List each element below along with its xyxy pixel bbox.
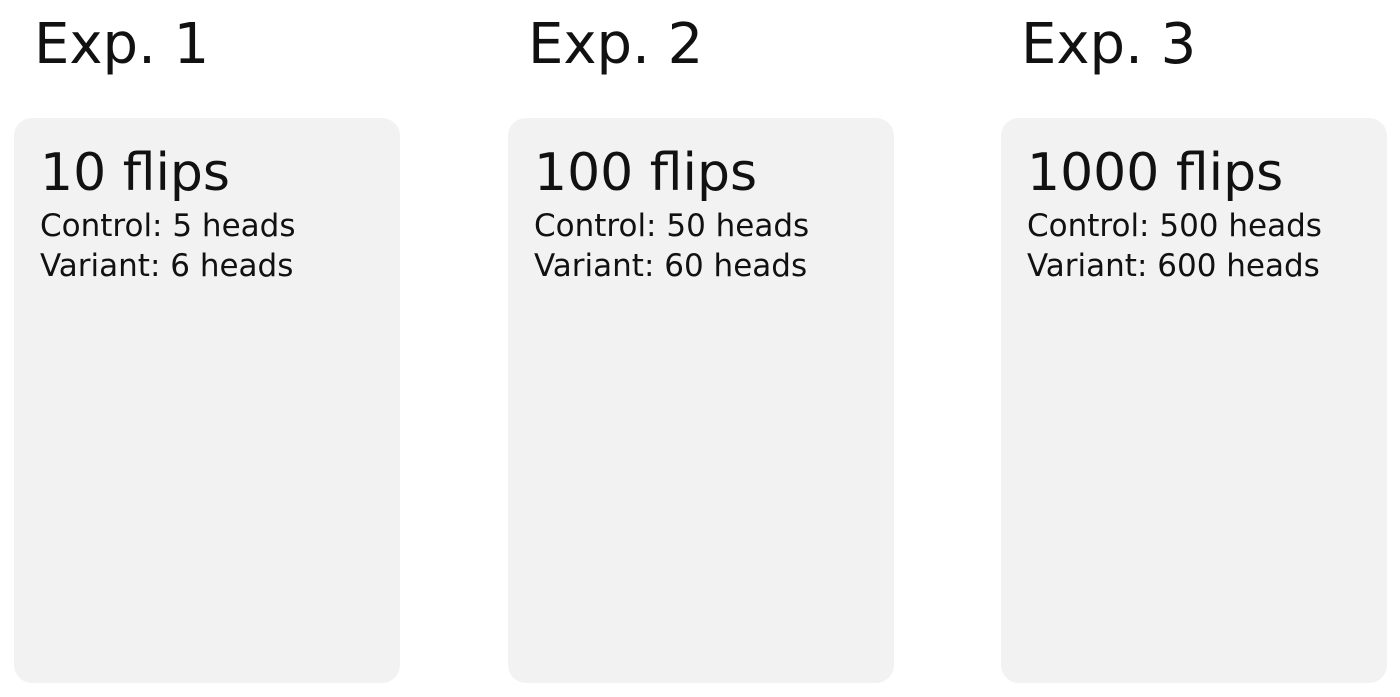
- variant-result: Variant: 600 heads: [1027, 248, 1320, 284]
- experiment-3: Exp. 3 1000 flips Control: 500 heads Var…: [1001, 0, 1387, 697]
- experiment-card: 1000 flips Control: 500 heads Variant: 6…: [1001, 118, 1387, 683]
- experiment-1: Exp. 1 10 flips Control: 5 heads Variant…: [14, 0, 400, 697]
- control-result: Control: 500 heads: [1027, 208, 1322, 244]
- flip-count: 1000 flips: [1027, 143, 1284, 203]
- experiment-title: Exp. 1: [34, 12, 210, 77]
- experiment-2: Exp. 2 100 flips Control: 50 heads Varia…: [508, 0, 894, 697]
- variant-result: Variant: 6 heads: [40, 248, 294, 284]
- experiment-title: Exp. 3: [1021, 12, 1197, 77]
- control-result: Control: 50 heads: [534, 208, 810, 244]
- experiment-card: 10 flips Control: 5 heads Variant: 6 hea…: [14, 118, 400, 683]
- experiment-title: Exp. 2: [528, 12, 704, 77]
- flip-count: 10 flips: [40, 143, 230, 203]
- variant-result: Variant: 60 heads: [534, 248, 808, 284]
- experiment-card: 100 flips Control: 50 heads Variant: 60 …: [508, 118, 894, 683]
- flip-count: 100 flips: [534, 143, 758, 203]
- control-result: Control: 5 heads: [40, 208, 296, 244]
